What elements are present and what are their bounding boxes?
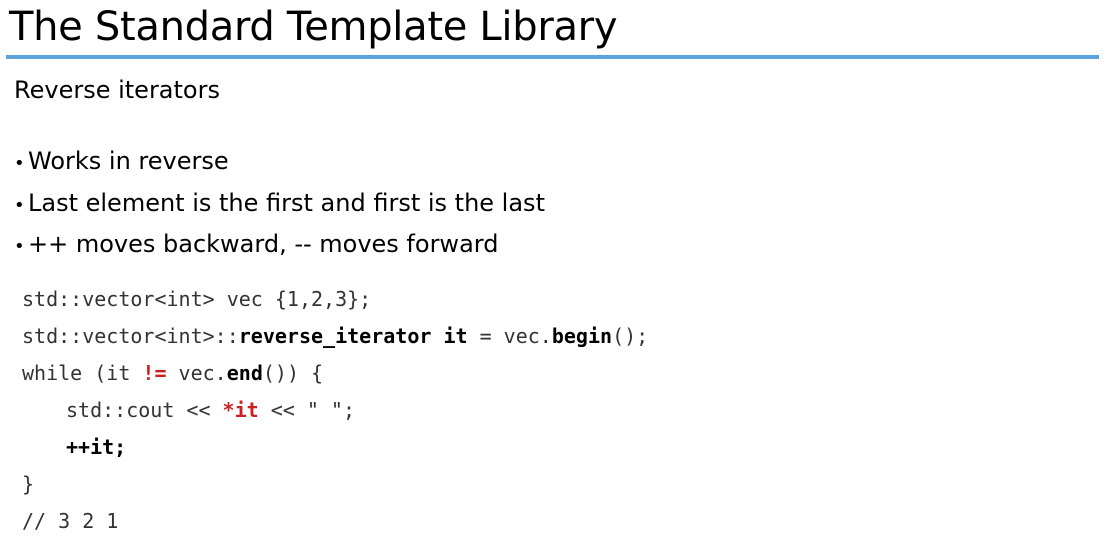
code-block: std::vector<int> vec {1,2,3}; std::vecto… <box>22 281 648 540</box>
bullet-text: ++ moves backward, -- moves forward <box>28 230 499 258</box>
code-line: while (it != vec.end()) { <box>22 355 648 392</box>
code-text: vec. <box>166 361 227 385</box>
code-increment: ++it; <box>66 435 127 459</box>
code-method: begin <box>551 324 613 348</box>
code-line: std::cout << *it << " "; <box>22 392 648 429</box>
code-method: end <box>226 361 263 385</box>
code-text: std::vector<int>:: <box>22 324 239 348</box>
code-line: // 3 2 1 <box>22 503 648 540</box>
bullet-item: • Works in reverse <box>14 142 545 184</box>
code-text: std::cout << <box>66 398 223 422</box>
bullet-text: Works in reverse <box>28 147 229 175</box>
code-identifier: it <box>443 324 468 348</box>
slide-title: The Standard Template Library <box>9 4 618 50</box>
bullet-item: • ++ moves backward, -- moves forward <box>14 225 545 267</box>
code-comment: // 3 2 1 <box>22 509 119 533</box>
code-keyword: reverse_iterator <box>238 324 432 348</box>
bullet-text: Last element is the first and first is t… <box>28 188 545 217</box>
code-line: } <box>22 466 648 503</box>
code-text: << " "; <box>258 398 355 422</box>
bullet-icon: • <box>14 194 25 216</box>
code-operator: != <box>142 361 167 385</box>
code-text: std::vector<int> vec {1,2,3}; <box>22 287 372 311</box>
code-line: std::vector<int> vec {1,2,3}; <box>22 281 648 318</box>
slide-subtitle: Reverse iterators <box>14 76 220 104</box>
bullet-list: • Works in reverse • Last element is the… <box>14 142 545 267</box>
code-text: } <box>22 472 35 496</box>
code-line: ++it; <box>22 429 648 466</box>
bullet-icon: • <box>14 153 25 174</box>
code-text: = vec. <box>467 324 552 348</box>
bullet-icon: • <box>14 236 25 257</box>
code-line: std::vector<int>::reverse_iterator it = … <box>22 318 648 355</box>
bullet-item: • Last element is the first and first is… <box>14 184 545 226</box>
code-text: ()) { <box>262 361 324 385</box>
code-text: (); <box>612 324 649 348</box>
code-text: while (it <box>22 361 143 385</box>
title-underline <box>6 55 1099 59</box>
code-dereference: *it <box>222 398 259 422</box>
